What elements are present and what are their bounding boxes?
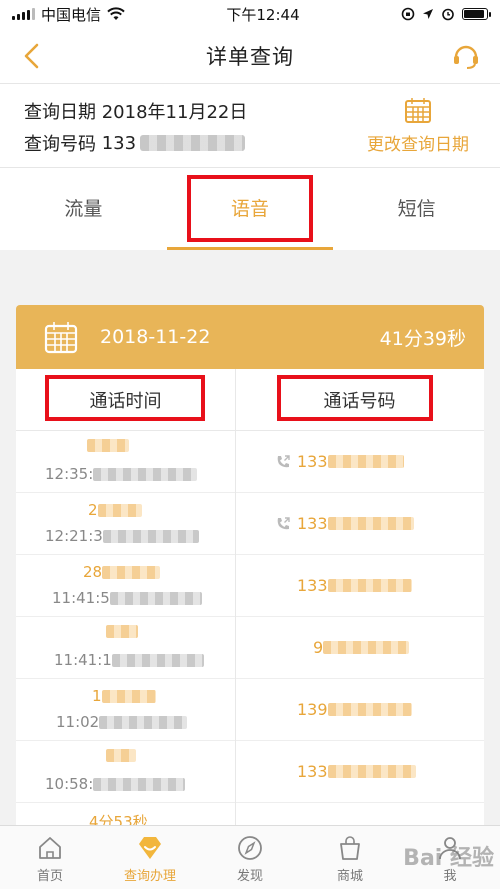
call-number: 133 (235, 431, 484, 492)
status-time: 下午12:44 (226, 5, 300, 24)
table-row[interactable]: 1 11:02 139 (16, 679, 484, 741)
summary-date: 2018-11-22 (100, 326, 211, 348)
battery-icon (462, 8, 491, 20)
call-duration: 1 (92, 687, 156, 705)
call-time: 12:21:3 (45, 527, 199, 545)
highlight-box (186, 175, 314, 242)
call-duration: 4分53秒 (89, 813, 148, 825)
query-number: 查询号码 133 (24, 130, 246, 156)
tabbar-query[interactable]: 查询办理 (100, 826, 200, 889)
calendar-icon (405, 98, 431, 123)
call-time: 10:58: (45, 775, 186, 793)
call-duration: 2 (88, 501, 142, 519)
carrier-label: 中国电信 (41, 5, 102, 24)
nav-bar: 详单查询 (0, 28, 500, 84)
alarm-icon (442, 8, 454, 21)
tab-sms[interactable]: 短信 (333, 168, 500, 250)
tab-voice[interactable]: 语音 (166, 168, 334, 250)
compass-icon (238, 836, 262, 860)
table-row[interactable]: 28 11:41:5 133 (16, 555, 484, 617)
call-number (235, 803, 484, 825)
calendar-icon (44, 322, 78, 354)
query-info: 查询日期 2018年11月22日 查询号码 133 更改查询日期 (0, 84, 500, 168)
baidu-watermark: Bai 经验 (403, 846, 494, 871)
header-call-time: 通话时间 (16, 369, 235, 430)
call-time: 12:35: (45, 465, 198, 483)
tabbar-home[interactable]: 首页 (0, 826, 100, 889)
tab-data[interactable]: 流量 (0, 168, 167, 250)
page-title: 详单查询 (206, 44, 294, 69)
table-row[interactable]: 2 12:21:3 133 (16, 493, 484, 555)
highlight-box (277, 375, 433, 421)
call-time: 11:41:5 (52, 589, 202, 607)
table-header: 通话时间 通话号码 (16, 369, 484, 431)
signal-icon (12, 8, 35, 20)
header-call-number: 通话号码 (235, 369, 484, 430)
masked-number (140, 135, 246, 151)
summary-total-duration: 41分39秒 (379, 327, 466, 350)
call-duration (106, 749, 136, 762)
back-icon[interactable] (18, 40, 48, 72)
query-date: 查询日期 2018年11月22日 (24, 102, 248, 123)
call-duration (106, 625, 138, 638)
call-time: 11:41:1 (54, 651, 204, 669)
call-number: 139 (235, 679, 484, 740)
location-icon (423, 9, 433, 19)
call-number: 133 (235, 493, 484, 554)
tabbar-discover[interactable]: 发现 (200, 826, 300, 889)
tabbar-mall[interactable]: 商城 (300, 826, 400, 889)
table-row[interactable]: 10:58: 133 (16, 741, 484, 803)
call-record-table: 通话时间 通话号码 12:35: 133 2 12:21:3 133 28 11… (16, 369, 484, 825)
call-time: 11:02 (56, 713, 188, 731)
table-row[interactable]: 4分53秒 (16, 803, 484, 825)
highlight-box (45, 375, 205, 421)
rotation-lock-icon (401, 7, 415, 21)
call-number: 133 (235, 555, 484, 616)
day-summary-header: 2018-11-22 41分39秒 (16, 305, 484, 369)
wifi-icon (107, 7, 125, 20)
home-icon (39, 837, 61, 859)
call-number: 9 (235, 617, 484, 678)
phone-call-icon (277, 516, 290, 529)
status-bar: 中国电信 下午12:44 (0, 0, 500, 28)
change-date-button[interactable]: 更改查询日期 (360, 96, 476, 155)
call-duration (87, 439, 129, 452)
table-row[interactable]: 11:41:1 9 (16, 617, 484, 679)
call-duration: 28 (83, 563, 161, 581)
table-row[interactable]: 12:35: 133 (16, 431, 484, 493)
type-tabs: 流量 语音 短信 (0, 168, 500, 250)
diamond-icon (139, 837, 161, 859)
shopping-bag-icon (340, 836, 360, 860)
phone-call-icon (277, 454, 290, 467)
call-number: 133 (235, 741, 484, 802)
customer-service-icon[interactable] (450, 40, 482, 72)
